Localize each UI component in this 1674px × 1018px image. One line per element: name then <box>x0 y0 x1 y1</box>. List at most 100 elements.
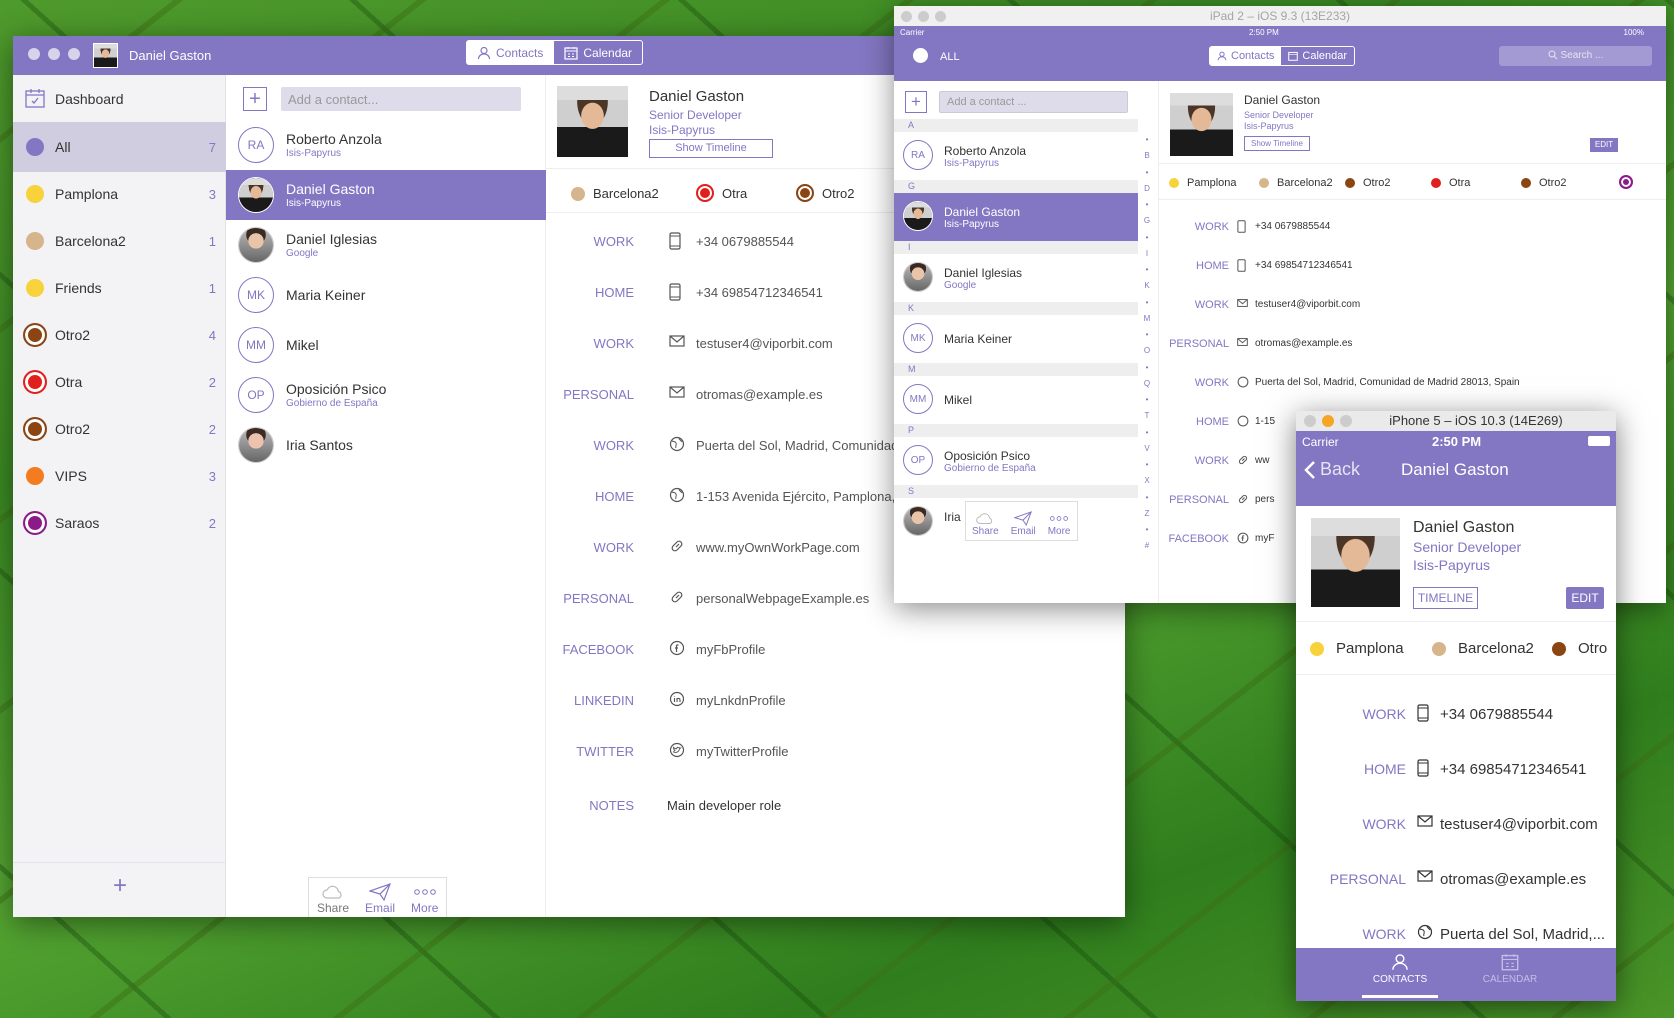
list-item[interactable]: Daniel Iglesias Google <box>226 220 546 270</box>
sidebar-item-pamplona[interactable]: Pamplona 3 <box>13 169 226 219</box>
field-home-phone[interactable]: HOME +34 69854712346541 <box>1296 759 1616 801</box>
sidebar-item-dashboard[interactable]: Dashboard <box>13 75 226 122</box>
field-home-phone[interactable]: HOME +34 69854712346541 <box>1159 259 1609 290</box>
close-button[interactable] <box>901 11 912 22</box>
field-twitter[interactable]: TWITTER myTwitterProfile <box>546 742 1106 784</box>
list-item[interactable]: MK Maria Keiner <box>894 315 1138 363</box>
list-item[interactable]: RA Roberto Anzola Isis-Papyrus <box>226 120 546 170</box>
sidebar-item-friends[interactable]: Friends 1 <box>13 263 226 313</box>
more-button[interactable]: More <box>1042 502 1077 540</box>
alphabet-index-letter[interactable]: O <box>1142 346 1152 355</box>
tab-contacts[interactable]: Contacts <box>1210 47 1282 65</box>
share-button[interactable]: Share <box>966 502 1005 540</box>
list-item[interactable]: MK Maria Keiner <box>226 270 546 320</box>
field-notes[interactable]: NOTES Main developer role <box>546 798 1106 838</box>
tab-calendar[interactable]: CALENDAR <box>1472 953 1548 998</box>
alphabet-index-letter[interactable]: T <box>1142 411 1152 420</box>
alphabet-index-letter[interactable]: V <box>1142 444 1152 453</box>
tag-pamplona[interactable]: Pamplona <box>1310 640 1404 657</box>
field-work-address[interactable]: WORK Puerta del Sol, Madrid, Comunidad de… <box>1159 376 1609 407</box>
sidebar-item-otro2[interactable]: Otro2 4 <box>13 310 226 360</box>
group-dot[interactable] <box>913 48 928 63</box>
link-icon <box>1237 454 1249 466</box>
alphabet-index-letter[interactable]: # <box>1142 541 1152 550</box>
email-button[interactable]: Email <box>1005 502 1042 540</box>
field-personal-email[interactable]: PERSONAL otromas@example.es <box>1159 338 1609 368</box>
sidebar-item-saraos[interactable]: Saraos 2 <box>13 498 226 548</box>
field-personal-email[interactable]: PERSONAL otromas@example.es <box>1296 870 1616 911</box>
timeline-button[interactable]: TIMELINE <box>1413 587 1478 609</box>
sidebar-item-otra[interactable]: Otra 2 <box>13 357 226 407</box>
zoom-button[interactable] <box>68 48 80 60</box>
alphabet-index-letter[interactable]: K <box>1142 281 1152 290</box>
email-button[interactable]: Email <box>357 878 403 917</box>
tag-barcelona2[interactable]: Barcelona2 <box>571 186 659 201</box>
list-item[interactable]: RA Roberto Anzola Isis-Papyrus <box>894 132 1138 180</box>
list-item[interactable]: OP Oposición Psico Gobierno de España <box>226 370 546 420</box>
tag-saraos[interactable] <box>1619 175 1633 189</box>
avatar[interactable] <box>93 43 118 68</box>
add-contact-button[interactable]: + <box>243 87 267 111</box>
edit-button[interactable]: EDIT <box>1590 138 1618 152</box>
tag-barcelona2[interactable]: Barcelona2 <box>1432 640 1534 657</box>
zoom-button[interactable] <box>935 11 946 22</box>
cloud-icon <box>975 511 995 526</box>
field-work-email[interactable]: WORK testuser4@viporbit.com <box>1159 299 1609 329</box>
tag-otro2-b[interactable]: Otro2 <box>1521 177 1567 189</box>
close-button[interactable] <box>1304 415 1316 427</box>
close-button[interactable] <box>28 48 40 60</box>
alphabet-index-letter[interactable]: D <box>1142 184 1152 193</box>
tab-calendar[interactable]: Calendar <box>1281 47 1355 65</box>
add-group-button[interactable]: + <box>113 872 127 900</box>
alphabet-index-letter[interactable]: Z <box>1142 509 1152 518</box>
list-item[interactable]: Iria Santos <box>226 420 546 470</box>
alphabet-index-letter[interactable]: M <box>1142 314 1152 323</box>
list-item[interactable]: Daniel Gaston Isis-Papyrus <box>226 170 546 220</box>
zoom-button[interactable] <box>1340 415 1352 427</box>
field-work-email[interactable]: WORK testuser4@viporbit.com <box>1296 815 1616 856</box>
minimize-button[interactable] <box>1322 415 1334 427</box>
tab-contacts[interactable]: CONTACTS <box>1362 953 1438 998</box>
field-work-phone[interactable]: WORK +34 0679885544 <box>1159 220 1609 251</box>
show-timeline-button[interactable]: Show Timeline <box>1244 136 1310 151</box>
search-input[interactable]: Search ... <box>1499 46 1652 66</box>
field-facebook[interactable]: FACEBOOK myFbProfile <box>546 640 1106 682</box>
add-contact-button[interactable]: + <box>905 91 927 113</box>
edit-button[interactable]: EDIT <box>1566 587 1604 609</box>
show-timeline-button[interactable]: Show Timeline <box>649 139 773 158</box>
minimize-button[interactable] <box>48 48 60 60</box>
tag-otra[interactable]: Otra <box>696 184 747 202</box>
share-button[interactable]: Share <box>309 878 357 917</box>
list-item[interactable]: Daniel Gaston Isis-Papyrus <box>894 193 1138 241</box>
tag-otro[interactable]: Otro <box>1552 640 1607 657</box>
sidebar-item-all[interactable]: All 7 <box>13 122 226 172</box>
sidebar-item-vips[interactable]: VIPS 3 <box>13 451 226 501</box>
list-item[interactable]: OP Oposición Psico Gobierno de España <box>894 437 1138 485</box>
tab-calendar[interactable]: Calendar <box>553 41 643 64</box>
tag-otra[interactable]: Otra <box>1431 177 1470 189</box>
tag-pamplona[interactable]: Pamplona <box>1169 177 1237 189</box>
minimize-button[interactable] <box>918 11 929 22</box>
list-item[interactable]: MM Mikel <box>226 320 546 370</box>
contact-role: Senior Developer <box>1413 539 1522 555</box>
tab-contacts[interactable]: Contacts <box>467 41 553 64</box>
tag-otro2[interactable]: Otro2 <box>796 184 855 202</box>
list-item[interactable]: MM Mikel <box>894 376 1138 424</box>
field-linkedin[interactable]: LINKEDIN myLnkdnProfile <box>546 691 1106 733</box>
alphabet-index-letter[interactable]: B <box>1142 151 1152 160</box>
add-contact-input[interactable]: Add a contact ... <box>939 91 1128 113</box>
tag-otro2[interactable]: Otro2 <box>1345 177 1391 189</box>
add-contact-input[interactable]: Add a contact... <box>281 87 521 111</box>
tag-barcelona2[interactable]: Barcelona2 <box>1259 177 1333 189</box>
group-label[interactable]: ALL <box>940 51 960 63</box>
alphabet-index-letter[interactable]: G <box>1142 216 1152 225</box>
sidebar-item-barcelona2[interactable]: Barcelona2 1 <box>13 216 226 266</box>
list-item[interactable]: Daniel Iglesias Google <box>894 254 1138 302</box>
sidebar-item-otro2-b[interactable]: Otro2 2 <box>13 404 226 454</box>
more-button[interactable]: More <box>403 878 446 917</box>
alphabet-index-letter[interactable]: Q <box>1142 379 1152 388</box>
alphabet-index-letter[interactable]: X <box>1142 476 1152 485</box>
field-work-phone[interactable]: WORK +34 0679885544 <box>1296 704 1616 746</box>
alphabet-index-letter[interactable]: I <box>1142 249 1152 258</box>
back-button[interactable]: Back <box>1304 459 1360 480</box>
